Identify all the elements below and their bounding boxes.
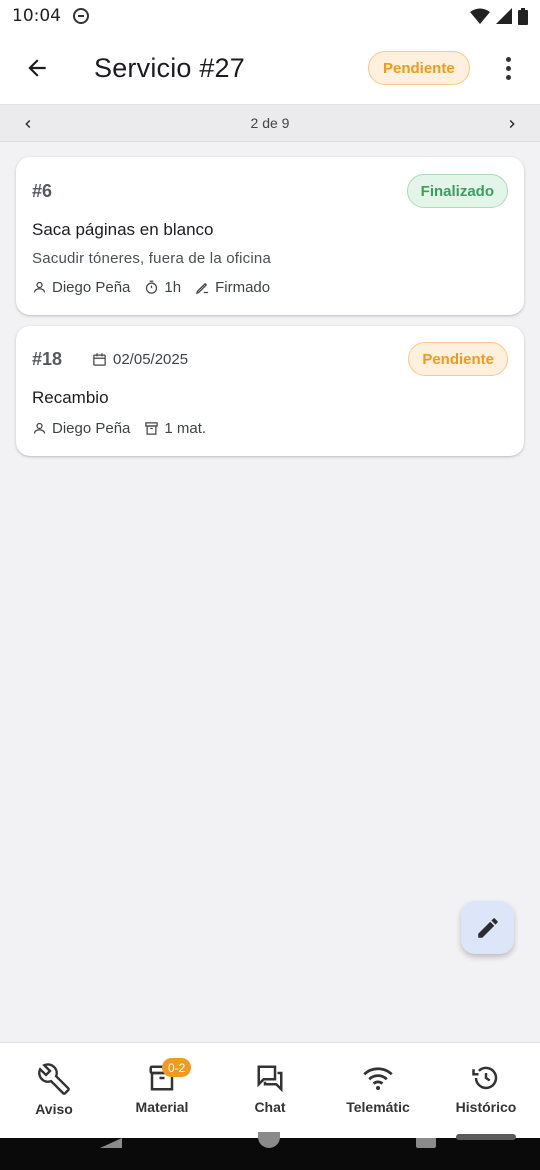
nav-label: Chat: [254, 1099, 286, 1115]
materials-count: 1 mat.: [164, 420, 207, 437]
system-recents-icon[interactable]: [416, 1138, 436, 1148]
timer-icon: [146, 280, 158, 294]
arrow-back-icon: [28, 59, 46, 77]
card-subtitle: Sacudir tóneres, fuera de la oficina: [32, 250, 272, 267]
pager: 2 de 9: [0, 104, 540, 142]
card-number: #6: [32, 181, 53, 201]
card-meta: Diego Peña 1 mat.: [32, 420, 206, 437]
nav-item-historico[interactable]: Histórico: [432, 1043, 540, 1139]
signature-status: Firmado: [215, 279, 271, 296]
card-meta: Diego Peña 1h Firmado: [32, 279, 270, 296]
signature-item: Firmado: [195, 279, 270, 296]
edit-pencil-icon: [477, 917, 498, 938]
nav-item-chat[interactable]: Chat: [216, 1043, 324, 1139]
nav-label: Aviso: [35, 1101, 73, 1117]
back-button[interactable]: [0, 32, 74, 104]
pager-indicator: 2 de 9: [250, 115, 290, 131]
service-card[interactable]: #18 02/05/2025 Pendiente Recambio Diego …: [16, 326, 524, 456]
person-icon: [33, 281, 46, 293]
person-icon: [33, 422, 46, 434]
materials-item: 1 mat.: [144, 420, 206, 437]
service-card[interactable]: #6 Finalizado Saca páginas en blanco Sac…: [16, 157, 524, 315]
nav-item-aviso[interactable]: Aviso: [0, 1043, 108, 1139]
cell-signal-icon: [496, 8, 512, 24]
next-page-button[interactable]: [490, 105, 534, 143]
archive-box-icon: [145, 422, 159, 435]
notification-icon: [73, 8, 89, 24]
nav-item-material[interactable]: 0-2 Material: [108, 1043, 216, 1139]
card-date: 02/05/2025: [92, 351, 188, 368]
chat-icon: [257, 1065, 283, 1093]
system-navigation-bar: [0, 1132, 540, 1170]
technician-item: Diego Peña: [32, 420, 130, 437]
calendar-icon: [93, 353, 106, 366]
duration-item: 1h: [144, 279, 181, 296]
chevron-right-icon: [509, 120, 515, 128]
card-title: Saca páginas en blanco: [32, 220, 214, 239]
technician-item: Diego Peña: [32, 279, 130, 296]
nav-item-telematica[interactable]: Telemátic: [324, 1043, 432, 1139]
material-count-badge: 0-2: [162, 1058, 192, 1077]
wifi-icon: [363, 1067, 393, 1090]
status-icons: [470, 7, 528, 25]
status-badge: Pendiente: [408, 342, 508, 376]
service-status-chip[interactable]: Pendiente: [368, 51, 470, 85]
nav-label: Telemátic: [346, 1099, 410, 1115]
system-home-icon[interactable]: [258, 1132, 280, 1148]
history-icon: [472, 1066, 498, 1090]
status-time: 10:04: [12, 6, 61, 26]
app-bar: Servicio #27 Pendiente: [0, 32, 540, 104]
page-title: Servicio #27: [94, 52, 245, 83]
system-back-icon[interactable]: [100, 1138, 122, 1148]
more-dot: [505, 74, 511, 80]
technician-name: Diego Peña: [52, 420, 131, 437]
edit-fab-button[interactable]: [461, 901, 514, 954]
wrench-icon: [38, 1063, 70, 1095]
chevron-left-icon: [25, 120, 31, 128]
signature-icon: [195, 282, 209, 295]
more-options-button[interactable]: [492, 52, 524, 84]
nav-label: Histórico: [455, 1099, 517, 1115]
more-vertical-icon: [505, 56, 511, 62]
gesture-pill: [456, 1134, 516, 1140]
card-number: #18: [32, 349, 63, 369]
wifi-signal-icon: [470, 8, 490, 24]
date-value: 02/05/2025: [113, 351, 189, 368]
previous-page-button[interactable]: [6, 105, 50, 143]
bottom-navigation: Aviso 0-2 Material Chat Telemátic Histór…: [0, 1042, 540, 1138]
status-badge: Finalizado: [406, 174, 508, 208]
nav-label: Material: [135, 1099, 189, 1115]
more-dot: [505, 65, 511, 71]
duration-value: 1h: [164, 279, 182, 296]
technician-name: Diego Peña: [52, 279, 131, 296]
battery-icon: [518, 7, 528, 25]
status-bar: 10:04: [0, 0, 540, 32]
card-title: Recambio: [32, 388, 109, 407]
